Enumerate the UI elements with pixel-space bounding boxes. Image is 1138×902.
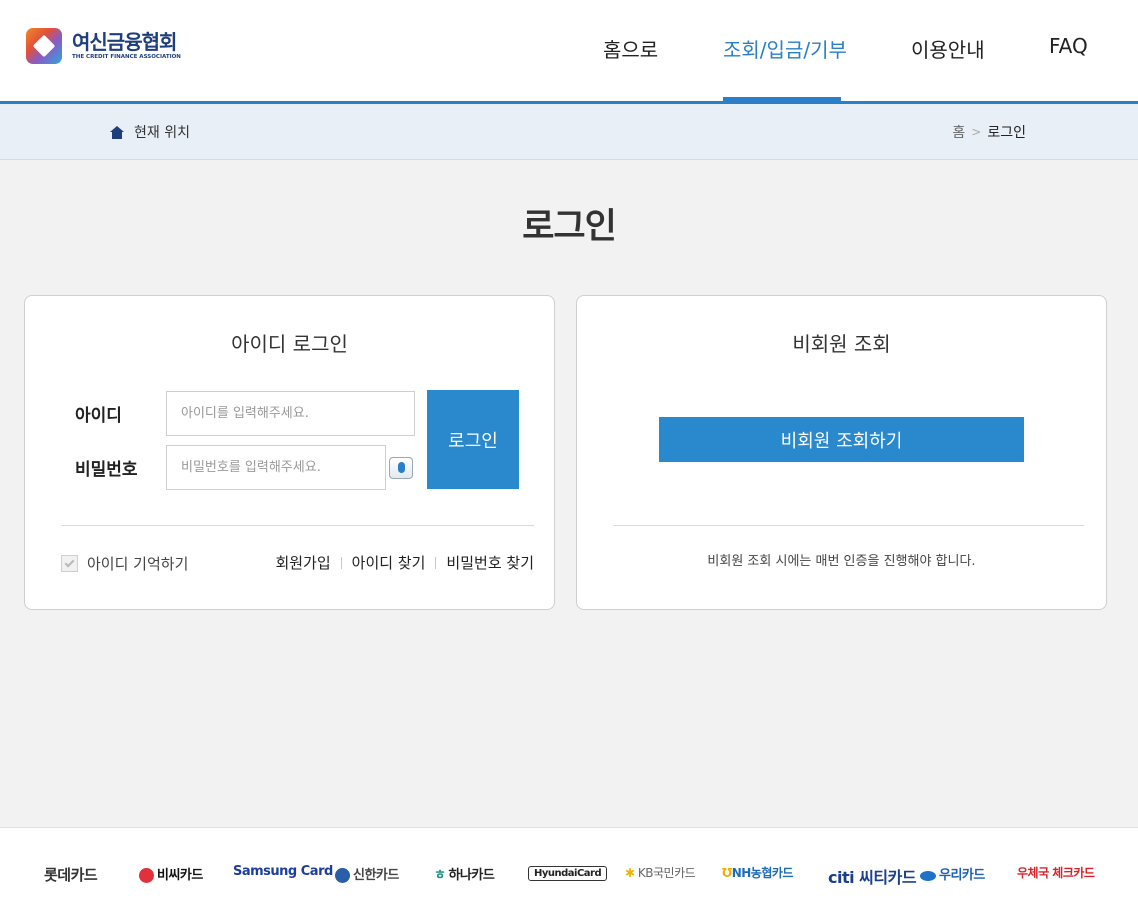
mouse-keyboard-icon[interactable] <box>389 457 413 479</box>
nav-home[interactable]: 홈으로 <box>603 34 658 63</box>
current-location-label: 현재 위치 <box>134 125 190 141</box>
remember-id-checkbox[interactable] <box>61 555 78 572</box>
nav-faq[interactable]: FAQ <box>1049 34 1088 58</box>
home-icon <box>110 125 124 139</box>
password-input[interactable] <box>166 445 386 490</box>
link-divider <box>340 556 342 569</box>
id-label: 아이디 <box>75 406 122 426</box>
find-id-link[interactable]: 아이디 찾기 <box>352 552 426 573</box>
brand-shinhan-card[interactable]: 신한카드 <box>335 864 399 883</box>
bc-logo-icon <box>139 868 154 883</box>
guest-inquiry-button[interactable]: 비회원 조회하기 <box>659 417 1024 462</box>
logo-mark-icon <box>26 28 62 64</box>
guest-inquiry-card: 비회원 조회 비회원 조회하기 비회원 조회 시에는 매번 인증을 진행해야 합… <box>576 295 1107 610</box>
id-login-title: 아이디 로그인 <box>231 332 348 356</box>
signup-link[interactable]: 회원가입 <box>275 552 330 573</box>
woori-logo-icon <box>920 870 936 881</box>
site-logo[interactable]: 여신금융협회 THE CREDIT FINANCE ASSOCIATION <box>26 28 181 64</box>
check-icon <box>64 557 75 568</box>
brand-nh-card[interactable]: ƱNH농협카드 <box>722 864 793 881</box>
shinhan-logo-icon <box>335 868 350 883</box>
brand-samsung-card[interactable]: Samsung Card <box>233 864 333 879</box>
breadcrumb-home[interactable]: 홈 <box>952 122 965 142</box>
remember-id-label: 아이디 기억하기 <box>87 555 189 573</box>
find-password-link[interactable]: 비밀번호 찾기 <box>446 552 534 573</box>
logo-name-ko: 여신금융협회 <box>72 30 177 54</box>
brand-woori-card[interactable]: 우리카드 <box>920 864 985 883</box>
brand-kb-card[interactable]: ✱ KB국민카드 <box>625 864 696 881</box>
nav-active-indicator <box>723 97 841 101</box>
brand-bc-card[interactable]: 비씨카드 <box>139 864 203 883</box>
brand-lotte-card[interactable]: 롯데카드 <box>44 864 98 885</box>
nh-logo-icon: Ʊ <box>722 866 732 880</box>
id-login-card: 아이디 로그인 아이디 비밀번호 로그인 아이디 기억하기 회원가입 아이디 찾… <box>24 295 555 610</box>
logo-name-en: THE CREDIT FINANCE ASSOCIATION <box>72 54 181 60</box>
guest-divider <box>613 525 1084 526</box>
remember-id[interactable]: 아이디 기억하기 <box>61 553 188 574</box>
breadcrumb-separator: > <box>971 125 982 139</box>
nav-inquiry-deposit-donation[interactable]: 조회/입금/기부 <box>723 34 847 63</box>
current-location: 현재 위치 <box>110 122 190 142</box>
breadcrumb-current: 로그인 <box>987 125 1026 141</box>
brand-citi-card[interactable]: citi 씨티카드 <box>828 864 917 888</box>
guest-inquiry-title: 비회원 조회 <box>792 332 891 356</box>
login-divider <box>61 525 534 526</box>
brand-post-check-card[interactable]: 우체국 체크카드 <box>1017 864 1095 881</box>
breadcrumb: 홈 > 로그인 <box>952 122 1026 142</box>
login-button[interactable]: 로그인 <box>427 390 519 489</box>
breadcrumb-bar: 현재 위치 홈 > 로그인 <box>0 104 1138 160</box>
guest-inquiry-note: 비회원 조회 시에는 매번 인증을 진행해야 합니다. <box>707 554 976 569</box>
id-input[interactable] <box>166 391 415 436</box>
hana-logo-icon: ㅎ <box>434 868 446 883</box>
footer-brands: 롯데카드 비씨카드 Samsung Card 신한카드 ㅎ 하나카드 Hyunda… <box>0 827 1138 902</box>
password-label: 비밀번호 <box>75 460 138 480</box>
brand-hana-card[interactable]: ㅎ 하나카드 <box>434 864 495 883</box>
site-header: 여신금융협회 THE CREDIT FINANCE ASSOCIATION 홈으… <box>0 0 1138 104</box>
brand-hyundai-card[interactable]: HyundaiCard <box>528 866 608 881</box>
account-links: 회원가입 아이디 찾기 비밀번호 찾기 <box>275 552 534 573</box>
link-divider <box>435 556 437 569</box>
nav-guide[interactable]: 이용안내 <box>911 34 985 63</box>
page-title: 로그인 <box>522 207 617 247</box>
kb-star-icon: ✱ <box>625 866 635 880</box>
